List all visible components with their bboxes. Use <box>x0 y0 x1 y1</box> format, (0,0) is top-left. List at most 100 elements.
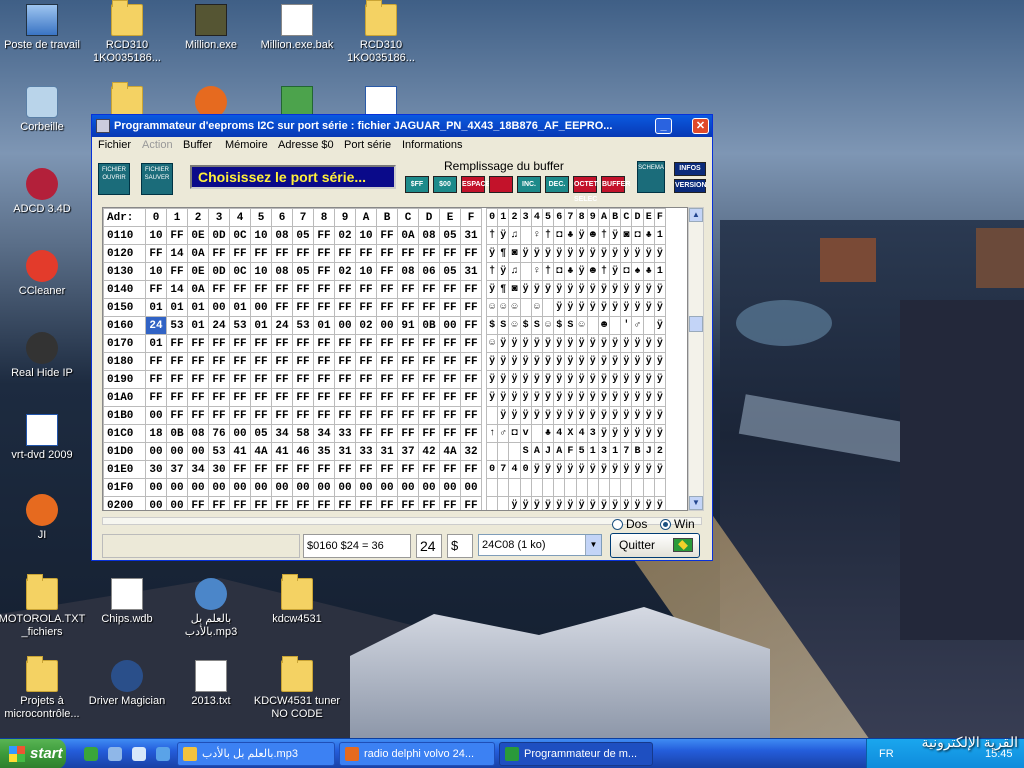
ascii-cell[interactable]: 4 <box>553 424 566 443</box>
hex-cell[interactable]: 00 <box>376 316 398 335</box>
hex-cell[interactable]: FF <box>250 496 272 510</box>
hex-cell[interactable]: FF <box>229 334 251 353</box>
ascii-cell[interactable]: ♫ <box>508 262 521 281</box>
hex-cell[interactable]: 00 <box>145 478 167 497</box>
ascii-cell[interactable]: ÿ <box>530 370 543 389</box>
hex-cell[interactable]: 08 <box>418 226 440 245</box>
ascii-cell[interactable]: 3 <box>586 424 599 443</box>
hex-cell[interactable]: 00 <box>145 406 167 425</box>
ascii-cell[interactable]: $ <box>519 316 532 335</box>
ascii-cell[interactable]: ☻ <box>597 316 611 335</box>
desktop-icon-kdcw4531[interactable]: kdcw4531 <box>252 574 342 626</box>
hex-cell[interactable]: FF <box>397 352 419 371</box>
hex-cell[interactable]: 0D <box>208 226 230 245</box>
ascii-cell[interactable] <box>653 478 667 497</box>
desktop-icon-kdcw-tuner[interactable]: KDCW4531 tuner NO CODE <box>252 656 342 721</box>
ascii-cell[interactable]: S <box>530 316 543 335</box>
scroll-down-arrow[interactable]: ▼ <box>689 496 703 510</box>
hex-cell[interactable]: FF <box>355 280 377 299</box>
ascii-cell[interactable]: ÿ <box>653 460 667 479</box>
desktop-icon-driver-magician[interactable]: Driver Magician <box>82 660 172 708</box>
ascii-cell[interactable]: 7 <box>620 442 633 461</box>
ascii-cell[interactable]: ÿ <box>586 244 599 263</box>
ascii-cell[interactable]: ◘ <box>553 262 566 281</box>
hex-cell[interactable]: 30 <box>208 460 230 479</box>
hex-cell[interactable]: 00 <box>208 298 230 317</box>
hex-cell[interactable]: FF <box>229 352 251 371</box>
hex-cell[interactable]: 34 <box>187 460 209 479</box>
ascii-cell[interactable]: ÿ <box>564 280 577 299</box>
fill-selected-byte-button[interactable]: OCTET SELEC <box>573 176 598 203</box>
hex-cell[interactable]: 24 <box>145 316 167 335</box>
hex-cell[interactable]: 00 <box>355 478 377 497</box>
ascii-cell[interactable] <box>541 298 555 317</box>
hex-cell[interactable]: FF <box>334 280 356 299</box>
hex-cell[interactable]: 14 <box>166 280 188 299</box>
ascii-cell[interactable]: ÿ <box>631 334 644 353</box>
ascii-cell[interactable] <box>631 478 644 497</box>
hex-cell[interactable]: FF <box>355 424 377 443</box>
hex-cell[interactable]: 24 <box>271 316 293 335</box>
ascii-cell[interactable]: $ <box>485 316 499 335</box>
ascii-cell[interactable]: ÿ <box>508 388 521 407</box>
ascii-cell[interactable]: ÿ <box>508 370 521 389</box>
ascii-cell[interactable]: ÿ <box>564 406 577 425</box>
ascii-cell[interactable]: ÿ <box>575 406 588 425</box>
menu-buffer[interactable]: Buffer <box>183 139 212 151</box>
ascii-cell[interactable]: 4 <box>508 460 521 479</box>
ascii-cell[interactable]: ÿ <box>553 334 566 353</box>
hex-cell[interactable]: FF <box>229 406 251 425</box>
desktop-icon-chips[interactable]: Chips.wdb <box>82 578 172 626</box>
hex-cell[interactable]: FF <box>418 298 440 317</box>
hex-cell[interactable]: FF <box>292 460 314 479</box>
hex-cell[interactable]: FF <box>271 244 293 263</box>
ascii-cell[interactable]: ÿ <box>642 496 655 510</box>
ascii-cell[interactable]: ¶ <box>497 244 510 263</box>
ascii-cell[interactable]: 5 <box>575 442 588 461</box>
hex-cell[interactable]: 0A <box>187 244 209 263</box>
ascii-cell[interactable] <box>519 262 532 281</box>
ascii-cell[interactable]: ÿ <box>620 496 633 510</box>
hex-cell[interactable]: FF <box>292 334 314 353</box>
ascii-cell[interactable]: ÿ <box>631 370 644 389</box>
ascii-cell[interactable]: ÿ <box>575 370 588 389</box>
ascii-cell[interactable] <box>620 478 633 497</box>
ascii-cell[interactable]: ◙ <box>508 280 521 299</box>
hex-cell[interactable]: 31 <box>376 442 398 461</box>
hex-cell[interactable]: FF <box>166 388 188 407</box>
hex-cell[interactable]: 00 <box>145 496 167 510</box>
hex-cell[interactable]: 00 <box>439 316 461 335</box>
ascii-cell[interactable] <box>530 424 543 443</box>
hex-cell[interactable]: FF <box>208 244 230 263</box>
hex-cell[interactable]: 00 <box>187 478 209 497</box>
ascii-cell[interactable]: ♂ <box>497 424 510 443</box>
hex-cell[interactable]: FF <box>271 280 293 299</box>
hex-cell[interactable]: FF <box>166 352 188 371</box>
ascii-cell[interactable]: ÿ <box>609 280 622 299</box>
ascii-cell[interactable]: ÿ <box>631 406 644 425</box>
ascii-cell[interactable] <box>642 478 655 497</box>
ascii-cell[interactable]: ☻ <box>586 226 599 245</box>
ascii-cell[interactable]: ÿ <box>575 280 588 299</box>
desktop-icon-projets[interactable]: Projets à microcontrôle... <box>0 656 87 721</box>
hex-cell[interactable]: FF <box>460 244 482 263</box>
hex-cell[interactable]: FF <box>250 352 272 371</box>
hex-cell[interactable]: FF <box>439 334 461 353</box>
desktop-icon-mp3[interactable]: بالعلم بل بالأدب.mp3 <box>166 578 256 639</box>
hex-cell[interactable]: 32 <box>460 442 482 461</box>
hex-cell[interactable]: FF <box>271 298 293 317</box>
ascii-cell[interactable]: ♠ <box>631 262 644 281</box>
ascii-cell[interactable]: A <box>553 442 566 461</box>
hex-cell[interactable]: FF <box>439 496 461 510</box>
hex-cell[interactable]: 01 <box>250 316 272 335</box>
ascii-cell[interactable]: ÿ <box>642 298 655 317</box>
ascii-cell[interactable]: ÿ <box>597 244 611 263</box>
ascii-cell[interactable]: ÿ <box>519 406 532 425</box>
ascii-cell[interactable]: ÿ <box>631 496 644 510</box>
hex-cell[interactable]: 37 <box>166 460 188 479</box>
desktop-icon-poste-de-travail[interactable]: Poste de travail <box>0 4 87 52</box>
hex-cell[interactable]: FF <box>229 244 251 263</box>
hex-cell[interactable]: 53 <box>229 316 251 335</box>
hex-cell[interactable]: FF <box>166 370 188 389</box>
ascii-cell[interactable]: ÿ <box>575 334 588 353</box>
